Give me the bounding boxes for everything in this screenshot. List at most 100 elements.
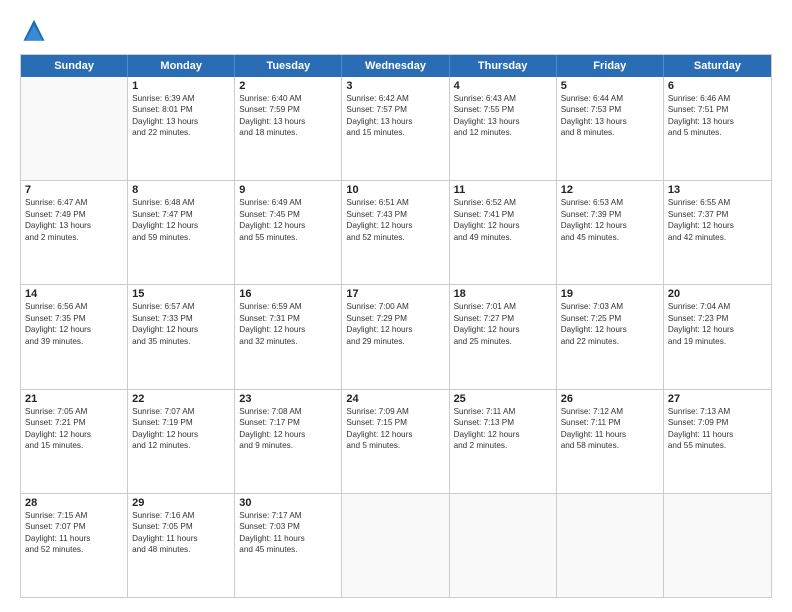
calendar-cell: 30Sunrise: 7:17 AMSunset: 7:03 PMDayligh… bbox=[235, 494, 342, 597]
cell-line: Daylight: 11 hours bbox=[132, 533, 230, 544]
calendar-cell bbox=[342, 494, 449, 597]
logo-icon bbox=[20, 18, 48, 46]
calendar-cell: 12Sunrise: 6:53 AMSunset: 7:39 PMDayligh… bbox=[557, 181, 664, 284]
cell-line: Sunrise: 6:55 AM bbox=[668, 197, 767, 208]
day-number: 7 bbox=[25, 184, 123, 196]
cell-line: Sunset: 7:31 PM bbox=[239, 313, 337, 324]
cell-line: and 15 minutes. bbox=[346, 127, 444, 138]
cell-line: Sunrise: 6:40 AM bbox=[239, 93, 337, 104]
cell-line: Sunset: 7:27 PM bbox=[454, 313, 552, 324]
calendar-cell: 18Sunrise: 7:01 AMSunset: 7:27 PMDayligh… bbox=[450, 285, 557, 388]
day-number: 22 bbox=[132, 393, 230, 405]
cell-line: Sunrise: 7:16 AM bbox=[132, 510, 230, 521]
cell-line: Sunrise: 6:57 AM bbox=[132, 301, 230, 312]
day-number: 28 bbox=[25, 497, 123, 509]
cell-line: and 39 minutes. bbox=[25, 336, 123, 347]
cell-line: and 9 minutes. bbox=[239, 440, 337, 451]
header-cell-tuesday: Tuesday bbox=[235, 55, 342, 77]
cell-line: Daylight: 12 hours bbox=[454, 220, 552, 231]
cell-line: Sunset: 7:53 PM bbox=[561, 104, 659, 115]
cell-line: Sunset: 7:55 PM bbox=[454, 104, 552, 115]
cell-line: and 22 minutes. bbox=[132, 127, 230, 138]
calendar-row-4: 28Sunrise: 7:15 AMSunset: 7:07 PMDayligh… bbox=[21, 494, 771, 597]
cell-line: Sunset: 7:15 PM bbox=[346, 417, 444, 428]
calendar-cell bbox=[557, 494, 664, 597]
cell-line: Sunrise: 7:12 AM bbox=[561, 406, 659, 417]
day-number: 9 bbox=[239, 184, 337, 196]
calendar-cell: 23Sunrise: 7:08 AMSunset: 7:17 PMDayligh… bbox=[235, 390, 342, 493]
day-number: 10 bbox=[346, 184, 444, 196]
calendar-cell: 24Sunrise: 7:09 AMSunset: 7:15 PMDayligh… bbox=[342, 390, 449, 493]
cell-line: Sunrise: 7:13 AM bbox=[668, 406, 767, 417]
cell-line: Daylight: 12 hours bbox=[239, 429, 337, 440]
day-number: 19 bbox=[561, 288, 659, 300]
cell-line: and 19 minutes. bbox=[668, 336, 767, 347]
cell-line: Sunset: 7:11 PM bbox=[561, 417, 659, 428]
calendar-cell: 1Sunrise: 6:39 AMSunset: 8:01 PMDaylight… bbox=[128, 77, 235, 180]
cell-line: and 12 minutes. bbox=[132, 440, 230, 451]
cell-line: and 45 minutes. bbox=[239, 544, 337, 555]
cell-line: Daylight: 12 hours bbox=[346, 220, 444, 231]
cell-line: Sunrise: 7:11 AM bbox=[454, 406, 552, 417]
calendar-cell: 25Sunrise: 7:11 AMSunset: 7:13 PMDayligh… bbox=[450, 390, 557, 493]
cell-line: Daylight: 12 hours bbox=[25, 324, 123, 335]
cell-line: Sunset: 7:35 PM bbox=[25, 313, 123, 324]
cell-line: Sunrise: 7:03 AM bbox=[561, 301, 659, 312]
day-number: 25 bbox=[454, 393, 552, 405]
calendar-body: 1Sunrise: 6:39 AMSunset: 8:01 PMDaylight… bbox=[21, 77, 771, 597]
cell-line: Daylight: 11 hours bbox=[561, 429, 659, 440]
calendar-row-3: 21Sunrise: 7:05 AMSunset: 7:21 PMDayligh… bbox=[21, 390, 771, 494]
day-number: 24 bbox=[346, 393, 444, 405]
cell-line: Daylight: 12 hours bbox=[239, 220, 337, 231]
cell-line: Sunrise: 6:47 AM bbox=[25, 197, 123, 208]
header-cell-friday: Friday bbox=[557, 55, 664, 77]
calendar-cell: 13Sunrise: 6:55 AMSunset: 7:37 PMDayligh… bbox=[664, 181, 771, 284]
calendar-cell bbox=[21, 77, 128, 180]
day-number: 23 bbox=[239, 393, 337, 405]
cell-line: Sunrise: 6:53 AM bbox=[561, 197, 659, 208]
calendar: SundayMondayTuesdayWednesdayThursdayFrid… bbox=[20, 54, 772, 598]
cell-line: Daylight: 13 hours bbox=[132, 116, 230, 127]
calendar-cell: 21Sunrise: 7:05 AMSunset: 7:21 PMDayligh… bbox=[21, 390, 128, 493]
cell-line: Sunset: 7:13 PM bbox=[454, 417, 552, 428]
cell-line: Daylight: 12 hours bbox=[668, 324, 767, 335]
cell-line: and 5 minutes. bbox=[346, 440, 444, 451]
cell-line: Sunset: 8:01 PM bbox=[132, 104, 230, 115]
calendar-cell: 6Sunrise: 6:46 AMSunset: 7:51 PMDaylight… bbox=[664, 77, 771, 180]
cell-line: Sunrise: 6:43 AM bbox=[454, 93, 552, 104]
calendar-cell bbox=[664, 494, 771, 597]
calendar-cell: 5Sunrise: 6:44 AMSunset: 7:53 PMDaylight… bbox=[557, 77, 664, 180]
cell-line: Daylight: 12 hours bbox=[132, 324, 230, 335]
cell-line: Daylight: 12 hours bbox=[132, 429, 230, 440]
day-number: 4 bbox=[454, 80, 552, 92]
cell-line: Sunrise: 6:42 AM bbox=[346, 93, 444, 104]
calendar-cell: 27Sunrise: 7:13 AMSunset: 7:09 PMDayligh… bbox=[664, 390, 771, 493]
cell-line: Daylight: 13 hours bbox=[454, 116, 552, 127]
cell-line: Sunset: 7:57 PM bbox=[346, 104, 444, 115]
cell-line: Daylight: 12 hours bbox=[346, 429, 444, 440]
cell-line: and 22 minutes. bbox=[561, 336, 659, 347]
cell-line: and 52 minutes. bbox=[25, 544, 123, 555]
day-number: 27 bbox=[668, 393, 767, 405]
cell-line: Sunset: 7:05 PM bbox=[132, 521, 230, 532]
calendar-cell: 29Sunrise: 7:16 AMSunset: 7:05 PMDayligh… bbox=[128, 494, 235, 597]
cell-line: and 58 minutes. bbox=[561, 440, 659, 451]
day-number: 26 bbox=[561, 393, 659, 405]
cell-line: Daylight: 13 hours bbox=[668, 116, 767, 127]
day-number: 18 bbox=[454, 288, 552, 300]
calendar-cell: 19Sunrise: 7:03 AMSunset: 7:25 PMDayligh… bbox=[557, 285, 664, 388]
cell-line: Sunset: 7:51 PM bbox=[668, 104, 767, 115]
cell-line: and 49 minutes. bbox=[454, 232, 552, 243]
cell-line: Sunset: 7:49 PM bbox=[25, 209, 123, 220]
cell-line: and 35 minutes. bbox=[132, 336, 230, 347]
day-number: 20 bbox=[668, 288, 767, 300]
cell-line: and 8 minutes. bbox=[561, 127, 659, 138]
day-number: 6 bbox=[668, 80, 767, 92]
cell-line: Daylight: 12 hours bbox=[25, 429, 123, 440]
cell-line: Sunset: 7:45 PM bbox=[239, 209, 337, 220]
cell-line: and 52 minutes. bbox=[346, 232, 444, 243]
cell-line: Daylight: 13 hours bbox=[561, 116, 659, 127]
cell-line: and 2 minutes. bbox=[25, 232, 123, 243]
cell-line: Sunrise: 7:08 AM bbox=[239, 406, 337, 417]
cell-line: Daylight: 12 hours bbox=[132, 220, 230, 231]
